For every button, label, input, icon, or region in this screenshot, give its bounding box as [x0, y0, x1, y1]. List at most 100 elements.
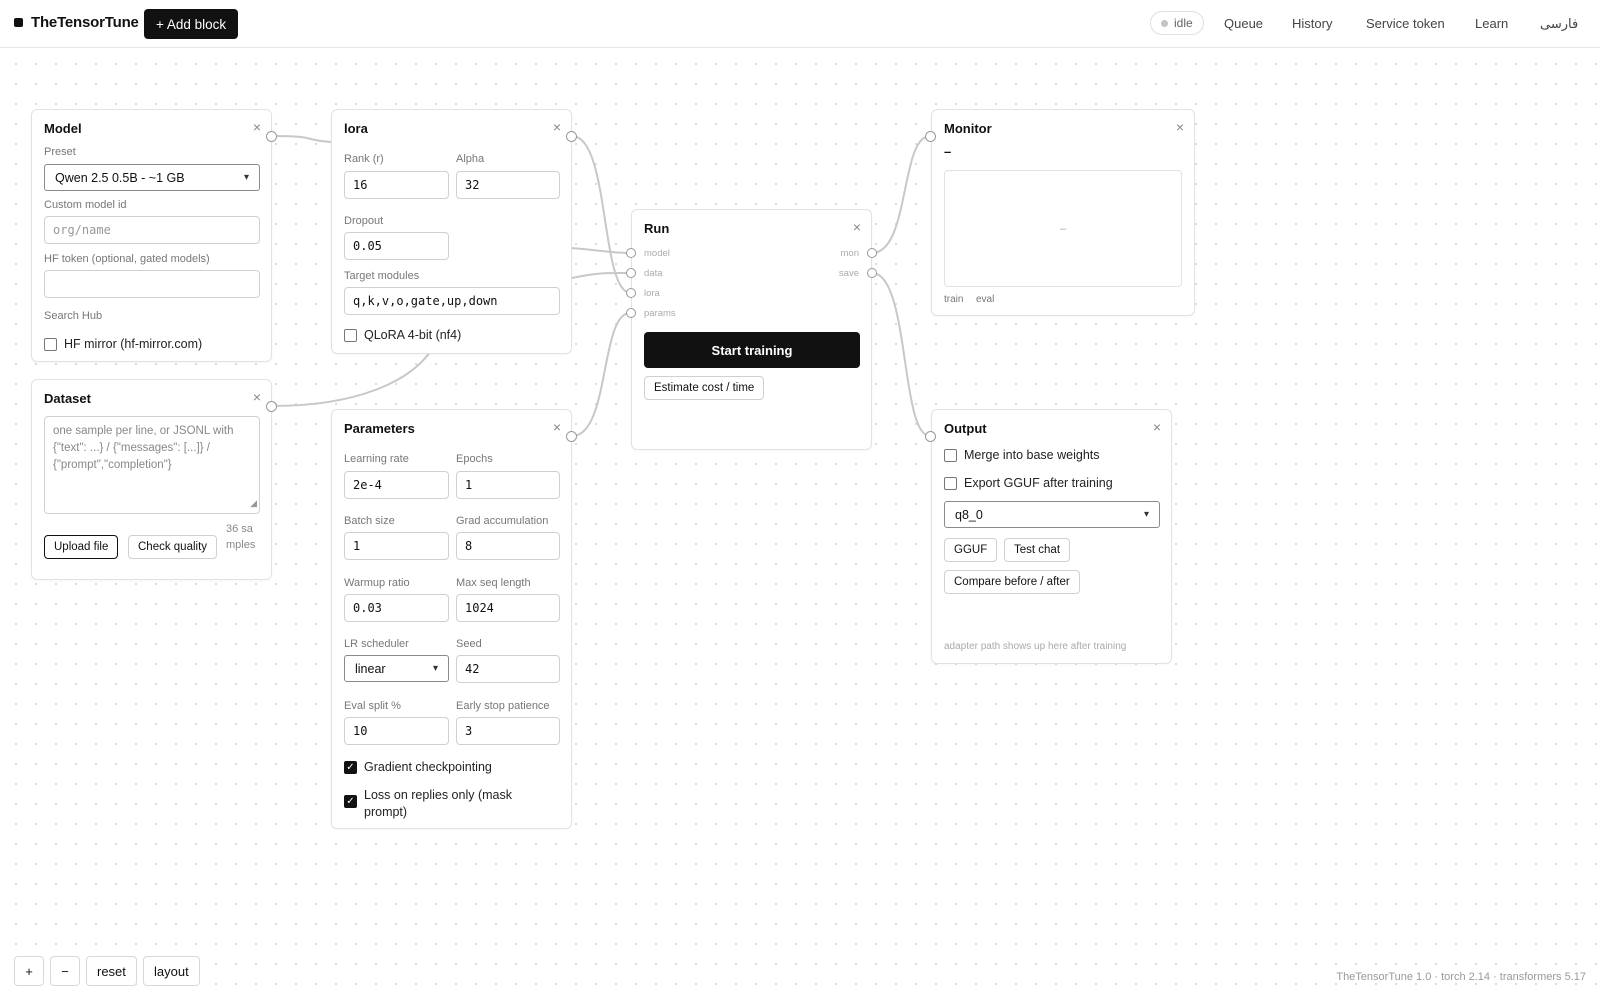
dropout-input[interactable]: 0.05: [344, 232, 449, 260]
close-icon[interactable]: ×: [853, 220, 861, 234]
hf-token-input[interactable]: [44, 270, 260, 298]
chart-placeholder: –: [1059, 222, 1067, 235]
seed-label: Seed: [456, 638, 482, 650]
brand[interactable]: TheTensorTune: [14, 14, 139, 31]
port-label-mon: mon: [840, 248, 859, 259]
nav-language[interactable]: فارسی: [1540, 16, 1578, 32]
wire-run-monitor: [871, 135, 931, 254]
custom-model-label: Custom model id: [44, 199, 127, 211]
preset-select[interactable]: Qwen 2.5 0.5B - ~1 GB ▾: [44, 164, 260, 191]
zoom-in-button[interactable]: +: [14, 956, 44, 986]
port-label-model: model: [644, 248, 670, 259]
run-out-port-save[interactable]: [867, 268, 877, 278]
close-icon[interactable]: ×: [253, 390, 261, 404]
batch-input[interactable]: 1: [344, 532, 449, 560]
scheduler-select[interactable]: linear ▾: [344, 655, 449, 682]
epochs-input[interactable]: 1: [456, 471, 560, 499]
gradient-checkpointing-checkbox[interactable]: ✓ Gradient checkpointing: [344, 760, 492, 774]
early-stop-input[interactable]: 3: [456, 717, 560, 745]
seed-input[interactable]: 42: [456, 655, 560, 683]
run-in-port-model[interactable]: [626, 248, 636, 258]
close-icon[interactable]: ×: [1153, 420, 1161, 434]
warmup-input[interactable]: 0.03: [344, 594, 449, 622]
mask-prompt-checkbox[interactable]: ✓ Loss on replies only (mask prompt): [344, 787, 554, 821]
dropout-label: Dropout: [344, 215, 384, 227]
upload-file-button[interactable]: Upload file: [44, 535, 119, 559]
zoom-out-button[interactable]: −: [50, 956, 80, 986]
test-chat-button[interactable]: Test chat: [1004, 538, 1071, 562]
compare-button[interactable]: Compare before / after: [944, 570, 1080, 594]
nav-service-token[interactable]: Service token: [1366, 16, 1445, 31]
run-node[interactable]: Run × model data lora params mon save St…: [631, 209, 872, 450]
wire-run-output: [871, 272, 931, 437]
qlora-checkbox[interactable]: QLoRA 4-bit (nf4): [344, 328, 461, 342]
legend-train: train: [944, 294, 964, 305]
model-node[interactable]: Model × Preset Qwen 2.5 0.5B - ~1 GB ▾ C…: [31, 109, 272, 362]
parameters-out-port[interactable]: [566, 431, 577, 442]
resize-handle-icon[interactable]: ◢: [250, 495, 257, 512]
alpha-label: Alpha: [456, 153, 485, 165]
hf-mirror-checkbox[interactable]: HF mirror (hf-mirror.com): [44, 337, 202, 351]
monitor-node[interactable]: Monitor × – – train eval: [931, 109, 1195, 316]
merge-weights-checkbox[interactable]: Merge into base weights: [944, 448, 1100, 462]
checkbox-icon: [944, 477, 957, 490]
nav-history[interactable]: History: [1292, 16, 1332, 31]
search-hub-link[interactable]: Search Hub: [44, 310, 102, 322]
adapter-path-note: adapter path shows up here after trainin…: [944, 641, 1127, 652]
max-seq-input[interactable]: 1024: [456, 594, 560, 622]
add-block-button[interactable]: + Add block: [144, 9, 239, 39]
wire-dataset-run: [271, 351, 431, 407]
port-label-save: save: [838, 268, 859, 279]
target-modules-input[interactable]: q,k,v,o,gate,up,down: [344, 287, 560, 315]
gguf-button[interactable]: GGUF: [944, 538, 998, 562]
quant-select[interactable]: q8_0 ▾: [944, 501, 1160, 528]
dataset-node[interactable]: Dataset × one sample per line, or JSONL …: [31, 379, 272, 580]
qlora-label: QLoRA 4-bit (nf4): [364, 328, 462, 342]
grad-accum-input[interactable]: 8: [456, 532, 560, 560]
rank-input[interactable]: 16: [344, 171, 449, 199]
start-training-button[interactable]: Start training: [644, 332, 860, 368]
run-in-port-params[interactable]: [626, 308, 636, 318]
nav-queue[interactable]: Queue: [1224, 16, 1263, 31]
epochs-label: Epochs: [456, 453, 493, 465]
legend-eval: eval: [976, 294, 995, 305]
wire-model-run: [271, 135, 333, 143]
lora-out-port[interactable]: [566, 131, 577, 142]
custom-model-input[interactable]: org/name: [44, 216, 260, 244]
close-icon[interactable]: ×: [553, 420, 561, 434]
output-node[interactable]: Output × Merge into base weights Export …: [931, 409, 1172, 664]
export-gguf-checkbox[interactable]: Export GGUF after training: [944, 476, 1113, 490]
output-in-port[interactable]: [925, 431, 936, 442]
chevron-down-icon: ▾: [243, 172, 249, 183]
export-gguf-label: Export GGUF after training: [964, 476, 1113, 490]
scheduler-label: LR scheduler: [344, 638, 409, 650]
check-quality-button[interactable]: Check quality: [128, 535, 218, 559]
run-in-port-data[interactable]: [626, 268, 636, 278]
nav-learn[interactable]: Learn: [1475, 16, 1508, 31]
monitor-node-title: Monitor: [944, 121, 992, 136]
run-in-port-lora[interactable]: [626, 288, 636, 298]
logo-icon: [14, 18, 23, 27]
parameters-node[interactable]: Parameters × Learning rate 2e-4 Epochs 1…: [331, 409, 572, 829]
eval-split-input[interactable]: 10: [344, 717, 449, 745]
reset-button[interactable]: reset: [86, 956, 137, 986]
estimate-cost-button[interactable]: Estimate cost / time: [644, 376, 765, 400]
lr-input[interactable]: 2e-4: [344, 471, 449, 499]
close-icon[interactable]: ×: [553, 120, 561, 134]
alpha-input[interactable]: 32: [456, 171, 560, 199]
wire-dataset-run-in: [571, 271, 631, 279]
max-seq-label: Max seq length: [456, 577, 531, 589]
layout-button[interactable]: layout: [143, 956, 200, 986]
dataset-textarea[interactable]: one sample per line, or JSONL with {"tex…: [44, 416, 260, 514]
lora-node[interactable]: lora × Rank (r) 16 Alpha 32 Dropout 0.05…: [331, 109, 572, 354]
run-out-port-mon[interactable]: [867, 248, 877, 258]
model-out-port[interactable]: [266, 131, 277, 142]
preset-value: Qwen 2.5 0.5B - ~1 GB: [55, 170, 185, 185]
monitor-in-port[interactable]: [925, 131, 936, 142]
close-icon[interactable]: ×: [1176, 120, 1184, 134]
close-icon[interactable]: ×: [253, 120, 261, 134]
warmup-label: Warmup ratio: [344, 577, 410, 589]
dataset-out-port[interactable]: [266, 401, 277, 412]
version-info: TheTensorTune 1.0 · torch 2.14 · transfo…: [1336, 971, 1586, 983]
parameters-node-title: Parameters: [344, 421, 415, 436]
